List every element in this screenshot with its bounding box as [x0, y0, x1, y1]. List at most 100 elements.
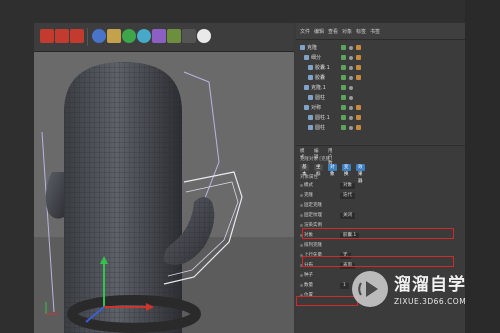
pen-spline-icon[interactable] [107, 29, 121, 43]
object-type-icon [308, 125, 313, 130]
object-type-icon [304, 55, 309, 60]
keyframe-radio-icon[interactable] [300, 184, 303, 187]
editor-visibility-dot-icon[interactable] [349, 56, 353, 60]
mode-coord[interactable]: 坐标 [314, 164, 323, 177]
object-type-icon [308, 115, 313, 120]
keyframe-radio-icon[interactable] [300, 274, 303, 277]
editor-visibility-dot-icon[interactable] [349, 126, 353, 130]
object-tag-icon[interactable] [356, 45, 361, 50]
editor-visibility-dot-icon[interactable] [349, 86, 353, 90]
object-row[interactable]: 圆柱 [296, 124, 465, 132]
subdivision-icon[interactable] [122, 29, 136, 43]
menu-edit[interactable]: 编辑 [314, 28, 324, 35]
object-type-icon [308, 75, 313, 80]
render-picture-viewer-icon[interactable] [55, 29, 69, 43]
keyframe-radio-icon[interactable] [300, 194, 303, 197]
3d-viewport[interactable] [34, 52, 294, 333]
render-view-icon[interactable] [40, 29, 54, 43]
camera-icon[interactable] [182, 29, 196, 43]
editor-visibility-dot-icon[interactable] [349, 76, 353, 80]
object-row[interactable]: 胶囊 [296, 74, 465, 82]
object-row[interactable]: 克隆.1 [296, 84, 465, 92]
object-tag-icon[interactable] [356, 55, 361, 60]
highlight-count-field [296, 296, 358, 306]
editor-visibility-dot-icon[interactable] [349, 116, 353, 120]
object-tag-icon[interactable] [356, 115, 361, 120]
object-type-icon [308, 65, 313, 70]
object-tag-icon[interactable] [356, 125, 361, 130]
visibility-check-icon[interactable] [341, 85, 346, 90]
cloner-icon[interactable] [137, 29, 151, 43]
watermark-url: ZIXUE.3D66.COM [394, 297, 467, 306]
mode-object[interactable]: 对象 [328, 164, 337, 177]
editor-visibility-dot-icon[interactable] [349, 106, 353, 110]
visibility-check-icon[interactable] [341, 115, 346, 120]
floor-icon[interactable] [167, 29, 181, 43]
mode-transform[interactable]: 变换 [342, 164, 351, 177]
property-row: 固定克隆 [300, 202, 460, 210]
object-name: 圆柱 [315, 95, 326, 101]
keyframe-radio-icon[interactable] [300, 284, 303, 287]
highlight-object-field [302, 228, 454, 239]
menu-file[interactable]: 文件 [300, 28, 310, 35]
object-row[interactable]: 对称 [296, 104, 465, 112]
keyframe-radio-icon[interactable] [300, 224, 303, 227]
mode-effectors[interactable]: 效果器 [356, 164, 365, 184]
property-label: 固定纹理 [304, 213, 322, 218]
object-name: 细分 [311, 55, 322, 61]
object-row[interactable]: 圆柱 [296, 94, 465, 102]
menu-view[interactable]: 查看 [328, 28, 338, 35]
visibility-check-icon[interactable] [341, 45, 346, 50]
property-value[interactable]: 1 [340, 283, 349, 289]
object-type-icon [304, 105, 309, 110]
object-row[interactable]: 圆柱.1 [296, 114, 465, 122]
object-name: 对称 [311, 105, 322, 111]
editor-visibility-dot-icon[interactable] [349, 66, 353, 70]
keyframe-radio-icon[interactable] [300, 244, 303, 247]
cube-icon[interactable] [92, 29, 106, 43]
property-row: 克隆 迭代 [300, 192, 460, 200]
watermark-title: 溜溜自学 [394, 275, 466, 295]
window-frame-right [465, 0, 500, 333]
editor-visibility-dot-icon[interactable] [349, 46, 353, 50]
object-tag-icon[interactable] [356, 105, 361, 110]
object-tag-icon[interactable] [356, 75, 361, 80]
render-settings-icon[interactable] [70, 29, 84, 43]
light-icon[interactable] [197, 29, 211, 43]
menu-bookmarks[interactable]: 书签 [370, 28, 380, 35]
visibility-check-icon[interactable] [341, 105, 346, 110]
editor-visibility-dot-icon[interactable] [349, 96, 353, 100]
object-row[interactable]: 细分 [296, 54, 465, 62]
object-name: 圆柱 [315, 125, 326, 131]
property-label: 排列克隆 [304, 243, 322, 248]
property-row: 排列克隆 [300, 242, 460, 250]
section-object-properties: 对象属性 [300, 175, 318, 180]
watermark: 溜溜自学 ZIXUE.3D66.COM [352, 265, 470, 317]
property-label: 克隆 [304, 193, 313, 198]
object-list[interactable]: 克隆 细分 胶囊.1 胶囊 克隆.1 圆柱 对称 圆柱.1 圆柱 [296, 39, 465, 144]
object-name: 胶囊 [315, 75, 326, 81]
property-row: 模式 对象 [300, 182, 460, 190]
keyframe-radio-icon[interactable] [300, 214, 303, 217]
visibility-check-icon[interactable] [341, 65, 346, 70]
visibility-check-icon[interactable] [341, 95, 346, 100]
keyframe-radio-icon[interactable] [300, 204, 303, 207]
visibility-check-icon[interactable] [341, 75, 346, 80]
property-value[interactable]: 关闭 [340, 213, 355, 219]
main-toolbar [34, 23, 294, 52]
menu-object[interactable]: 对象 [342, 28, 352, 35]
deformer-icon[interactable] [152, 29, 166, 43]
object-tag-icon[interactable] [356, 65, 361, 70]
mode-basic[interactable]: 基本 [300, 164, 309, 177]
object-manager-menubar: 文件 编辑 查看 对象 标签 书签 [296, 25, 465, 37]
watermark-logo-icon [352, 271, 388, 307]
object-row[interactable]: 克隆 [296, 44, 465, 52]
property-value[interactable]: 迭代 [340, 193, 355, 199]
property-row: 固定纹理 关闭 [300, 212, 460, 220]
object-type-icon [304, 85, 309, 90]
menu-tags[interactable]: 标签 [356, 28, 366, 35]
object-row[interactable]: 胶囊.1 [296, 64, 465, 72]
visibility-check-icon[interactable] [341, 125, 346, 130]
property-value[interactable]: 对象 [340, 183, 355, 189]
visibility-check-icon[interactable] [341, 55, 346, 60]
